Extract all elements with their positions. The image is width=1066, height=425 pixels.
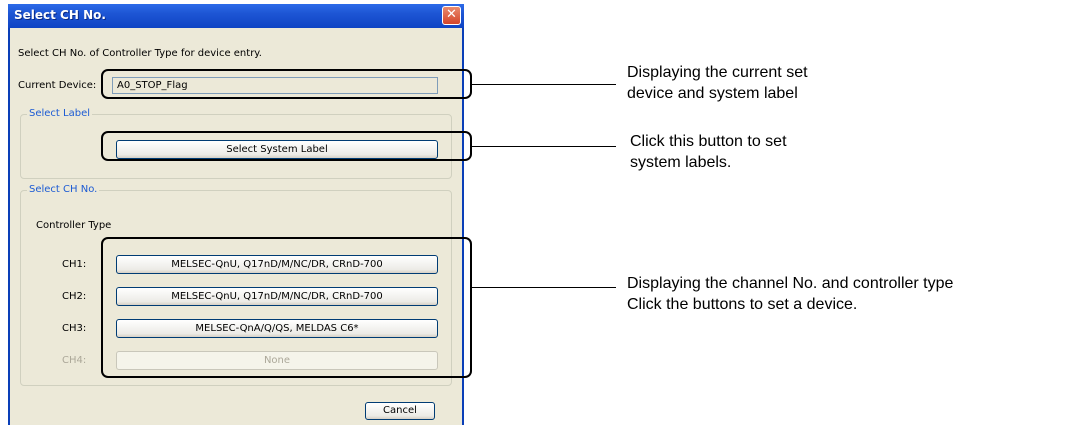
system-label-annotation: Click this button to set system labels. (630, 131, 787, 173)
annotation-line: Click this button to set (630, 133, 787, 150)
current-device-leader (472, 84, 616, 85)
channels-leader (472, 287, 616, 288)
annotation-line: Displaying the channel No. and controlle… (627, 275, 954, 292)
channels-callout (101, 237, 472, 378)
close-icon: ✕ (446, 7, 457, 22)
ch4-label: CH4: (62, 355, 87, 366)
system-label-leader (472, 146, 616, 147)
annotation-line: device and system label (627, 85, 798, 102)
annotation-line: Displaying the current set (627, 64, 808, 81)
title-bar[interactable]: Select CH No. ✕ (8, 4, 464, 28)
current-device-callout (101, 69, 472, 99)
dialog-title: Select CH No. (14, 8, 106, 22)
annotation-line: system labels. (630, 154, 732, 171)
system-label-callout (101, 131, 472, 161)
close-button[interactable]: ✕ (442, 6, 461, 25)
current-device-annotation: Displaying the current set device and sy… (627, 62, 808, 104)
current-device-label: Current Device: (18, 80, 97, 91)
channels-annotation: Displaying the channel No. and controlle… (627, 273, 953, 315)
ch2-label: CH2: (62, 291, 87, 302)
instruction-text: Select CH No. of Controller Type for dev… (18, 48, 262, 59)
ch1-label: CH1: (62, 259, 87, 270)
annotation-line: Click the buttons to set a device. (627, 296, 858, 313)
select-ch-group-title: Select CH No. (27, 184, 100, 195)
select-label-group-title: Select Label (27, 108, 93, 119)
cancel-button[interactable]: Cancel (365, 402, 435, 420)
controller-type-label: Controller Type (36, 220, 112, 231)
ch3-label: CH3: (62, 323, 87, 334)
